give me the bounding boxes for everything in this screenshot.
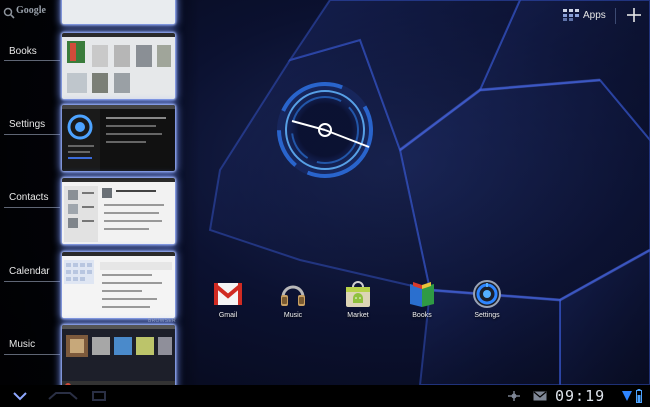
recent-label-calendar: Calendar bbox=[9, 266, 50, 277]
recent-label-settings: Settings bbox=[9, 119, 46, 130]
shortcut-label: Gmail bbox=[218, 312, 238, 319]
shortcut-label: Market bbox=[347, 312, 369, 319]
recent-thumbnail-contacts[interactable] bbox=[62, 178, 175, 244]
add-widget-button[interactable] bbox=[624, 5, 644, 25]
recent-apps-nav-icon[interactable] bbox=[92, 391, 108, 401]
browser-peek-label: BROWSER bbox=[148, 318, 176, 324]
shortcut-books[interactable]: Books bbox=[392, 279, 452, 329]
recent-divider bbox=[4, 281, 60, 282]
search-icon bbox=[3, 7, 15, 19]
apps-button[interactable]: Apps bbox=[563, 6, 613, 24]
market-bag-icon bbox=[346, 281, 370, 307]
shortcut-label: Books bbox=[412, 312, 432, 319]
recent-divider bbox=[4, 354, 60, 355]
recent-thumbnail-calendar[interactable] bbox=[62, 252, 175, 318]
recent-thumbnail-music[interactable] bbox=[62, 325, 175, 391]
top-bar-divider bbox=[615, 8, 616, 24]
recent-divider bbox=[4, 207, 60, 208]
settings-icon bbox=[473, 280, 501, 308]
gmail-icon bbox=[214, 283, 242, 305]
recent-divider bbox=[4, 134, 60, 135]
recent-thumbnail-settings[interactable] bbox=[62, 105, 175, 171]
usb-debug-icon bbox=[508, 391, 520, 401]
books-icon bbox=[410, 282, 434, 307]
wifi-signal-icon bbox=[622, 391, 632, 401]
home-nav-icon[interactable] bbox=[48, 391, 78, 401]
mail-notification-icon[interactable] bbox=[533, 391, 547, 401]
shortcut-label: Music bbox=[283, 312, 303, 319]
apps-label: Apps bbox=[583, 9, 606, 21]
recent-label-books: Books bbox=[9, 46, 37, 57]
shortcut-market[interactable]: Market bbox=[328, 279, 388, 329]
recent-label-contacts: Contacts bbox=[9, 192, 49, 203]
google-search-box[interactable]: Google bbox=[2, 4, 82, 26]
shortcut-settings[interactable]: Settings bbox=[457, 279, 517, 329]
shortcut-gmail[interactable]: Gmail bbox=[198, 279, 258, 329]
plus-icon bbox=[627, 8, 641, 22]
system-bar bbox=[0, 385, 650, 407]
home-screen: Books Settings Contacts Calendar BROWSER… bbox=[0, 0, 650, 407]
analog-clock-widget[interactable] bbox=[274, 79, 376, 181]
shortcut-label: Settings bbox=[474, 312, 500, 319]
recent-thumbnail-books[interactable] bbox=[62, 33, 175, 99]
recent-label-music: Music bbox=[9, 339, 36, 350]
headphones-icon bbox=[281, 285, 305, 306]
recent-divider bbox=[4, 60, 60, 61]
back-chevron-icon[interactable] bbox=[12, 391, 28, 401]
apps-grid-icon bbox=[563, 9, 579, 21]
shortcut-music[interactable]: Music bbox=[263, 279, 323, 329]
status-bar-time: 09:19 bbox=[555, 387, 606, 405]
battery-icon bbox=[636, 389, 642, 403]
google-search-label: Google bbox=[16, 5, 46, 16]
